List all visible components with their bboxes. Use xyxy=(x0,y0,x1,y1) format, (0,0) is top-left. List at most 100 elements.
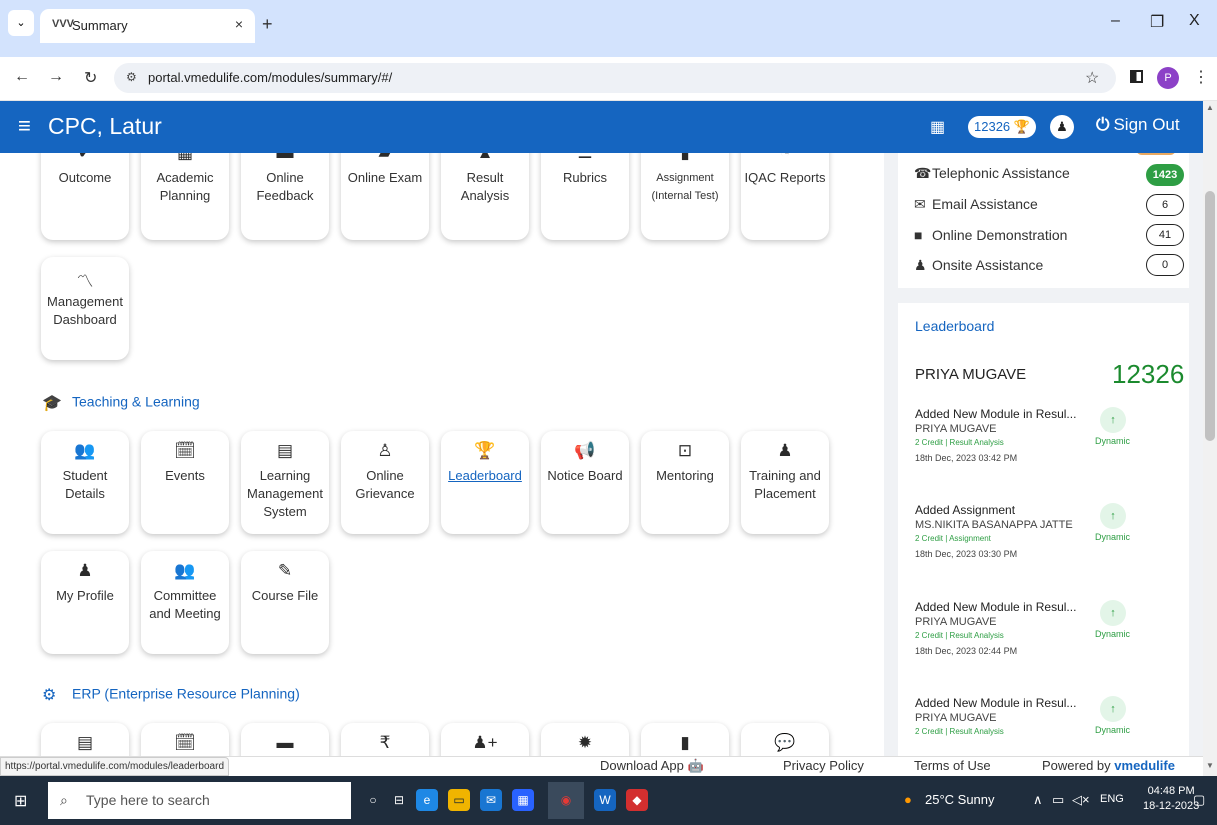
module-label: Rubrics xyxy=(562,170,608,185)
assist-online-demo[interactable]: ■ Online Demonstration xyxy=(914,227,1067,243)
browser-menu-icon[interactable]: ⋮ xyxy=(1193,67,1209,87)
points-badge[interactable]: 12326 🏆 xyxy=(968,116,1036,138)
word-icon[interactable]: W xyxy=(594,789,616,811)
assist-onsite[interactable]: ♟ Onsite Assistance xyxy=(914,257,1043,274)
tab-search-icon[interactable]: ⌄ xyxy=(8,10,34,36)
site-info-icon[interactable]: ⚙ xyxy=(126,70,137,84)
notification-icon[interactable]: ▢ xyxy=(1193,792,1205,808)
leaderboard-entry[interactable]: Added Assignment MS.NIKITA BASANAPPA JAT… xyxy=(915,503,1175,561)
module-card-online-feedback[interactable]: ▬ Online Feedback xyxy=(241,153,329,240)
user-tie-icon: ♟ xyxy=(777,441,793,460)
entry-name: PRIYA MUGAVE xyxy=(915,616,997,628)
sign-out-button[interactable]: ⏻ Sign Out xyxy=(1096,115,1180,135)
assistance-top-badge xyxy=(1136,153,1176,155)
module-card-outcome[interactable]: ✔ Outcome xyxy=(41,153,129,240)
url-text[interactable]: portal.vmedulife.com/modules/summary/#/ xyxy=(148,70,392,85)
terms-link[interactable]: Terms of Use xyxy=(914,758,991,773)
module-card-lms[interactable]: ▤ Learning Management System xyxy=(241,431,329,534)
module-card-erp-4[interactable]: ₹ xyxy=(341,723,429,756)
close-window-button[interactable]: X xyxy=(1189,12,1200,30)
user-avatar[interactable]: ♟ xyxy=(1050,115,1074,139)
download-app-link[interactable]: Download App 🤖 xyxy=(600,758,704,774)
edge-browser-icon[interactable]: e xyxy=(416,789,438,811)
privacy-policy-link[interactable]: Privacy Policy xyxy=(783,758,864,773)
module-card-management-dashboard[interactable]: 〽 Management Dashboard xyxy=(41,257,129,360)
scroll-up-arrow-icon[interactable]: ▲ xyxy=(1206,103,1214,112)
weather-icon[interactable]: ● xyxy=(904,792,912,807)
module-card-erp-1[interactable]: ▤ xyxy=(41,723,129,756)
module-label[interactable]: Leaderboard xyxy=(441,467,529,485)
leaderboard-entry[interactable]: Added New Module in Resul... PRIYA MUGAV… xyxy=(915,696,1175,738)
forward-arrow-icon[interactable]: → xyxy=(48,68,64,86)
module-card-erp-7[interactable]: ▮ xyxy=(641,723,729,756)
profile-avatar[interactable]: P xyxy=(1157,67,1179,89)
module-card-course-file[interactable]: ✎ Course File xyxy=(241,551,329,654)
module-card-iqac-reports[interactable]: ◔ IQAC Reports xyxy=(741,153,829,240)
module-card-student-details[interactable]: 👥 Student Details xyxy=(41,431,129,534)
minimize-button[interactable]: – xyxy=(1111,12,1120,30)
task-view-icon[interactable]: ⊟ xyxy=(388,789,410,811)
tray-chevron-icon[interactable]: ∧ xyxy=(1033,792,1043,808)
assistance-panel: ☎Telephonic Assistance 1423 ✉ Email Assis… xyxy=(898,153,1189,288)
arrow-up-icon: ↑ xyxy=(1100,600,1126,626)
module-card-erp-3[interactable]: ▬ xyxy=(241,723,329,756)
leaderboard-title[interactable]: Leaderboard xyxy=(915,318,994,334)
back-arrow-icon[interactable]: ← xyxy=(14,68,30,86)
address-bar[interactable]: ⚙ portal.vmedulife.com/modules/summary/#… xyxy=(114,63,1116,93)
module-card-academic-planning[interactable]: ▦ Academic Planning xyxy=(141,153,229,240)
system-clock[interactable]: 04:48 PM 18-12-2023 xyxy=(1143,784,1199,814)
windows-start-icon[interactable]: ⊞ xyxy=(14,791,27,811)
assist-email[interactable]: ✉ Email Assistance xyxy=(914,196,1038,213)
apps-grid-icon[interactable]: ▦ xyxy=(930,117,945,137)
list-icon: ☰ xyxy=(541,153,629,163)
scroll-down-arrow-icon[interactable]: ▼ xyxy=(1206,761,1214,770)
page-scrollbar[interactable]: ▲ ▼ xyxy=(1203,101,1217,776)
section-teaching-learning: 🎓 Teaching & Learning xyxy=(42,393,200,413)
side-panel-icon[interactable] xyxy=(1130,70,1143,83)
module-card-online-grievance[interactable]: ♙ Online Grievance xyxy=(341,431,429,534)
arrow-up-icon: ↑ xyxy=(1100,407,1126,433)
check-icon: ✔ xyxy=(41,153,129,163)
new-tab-button[interactable]: + xyxy=(262,14,273,35)
download-app-label: Download App xyxy=(600,758,684,773)
anydesk-icon[interactable]: ◆ xyxy=(626,789,648,811)
volume-icon[interactable]: ◁× xyxy=(1072,792,1090,808)
leaderboard-entry[interactable]: Added New Module in Resul... PRIYA MUGAV… xyxy=(915,407,1175,465)
module-card-events[interactable]: 🗓 Events xyxy=(141,431,229,534)
module-card-notice-board[interactable]: 📢 Notice Board xyxy=(541,431,629,534)
module-card-erp-6[interactable]: ✹ xyxy=(541,723,629,756)
module-card-result-analysis[interactable]: ▲ Result Analysis xyxy=(441,153,529,240)
module-card-online-exam[interactable]: ▰ Online Exam xyxy=(341,153,429,240)
weather-text[interactable]: 25°C Sunny xyxy=(925,792,995,807)
entry-name: PRIYA MUGAVE xyxy=(915,423,997,435)
chrome-icon[interactable]: ◉ xyxy=(548,782,584,819)
network-icon[interactable]: ▭ xyxy=(1052,792,1064,808)
module-card-rubrics[interactable]: ☰ Rubrics xyxy=(541,153,629,240)
language-indicator[interactable]: ENG xyxy=(1100,793,1124,805)
hamburger-menu-icon[interactable]: ≡ xyxy=(18,113,31,139)
module-card-erp-2[interactable]: 🗓 xyxy=(141,723,229,756)
reload-icon[interactable]: ↻ xyxy=(84,68,97,88)
module-card-my-profile[interactable]: ♟ My Profile xyxy=(41,551,129,654)
beach-widget-icon[interactable]: 🏝 xyxy=(290,786,313,808)
file-explorer-icon[interactable]: ▭ xyxy=(448,789,470,811)
maximize-button[interactable]: ❐ xyxy=(1150,12,1164,32)
mail-icon[interactable]: ✉ xyxy=(480,789,502,811)
module-card-erp-5[interactable]: ♟+ xyxy=(441,723,529,756)
module-card-mentoring[interactable]: ⊡ Mentoring xyxy=(641,431,729,534)
leaderboard-entry[interactable]: Added New Module in Resul... PRIYA MUGAV… xyxy=(915,600,1175,658)
store-icon[interactable]: ▦ xyxy=(512,789,534,811)
cortana-icon[interactable]: ○ xyxy=(362,789,384,811)
assist-telephonic[interactable]: ☎Telephonic Assistance xyxy=(914,165,1070,182)
module-card-training-placement[interactable]: ♟ Training and Placement xyxy=(741,431,829,534)
bookmark-star-icon[interactable]: ☆ xyxy=(1085,68,1099,88)
assist-label: Online Demonstration xyxy=(932,227,1068,243)
module-card-erp-8[interactable]: 💬 xyxy=(741,723,829,756)
module-card-assignment[interactable]: ▮ Assignment (Internal Test) xyxy=(641,153,729,240)
scrollbar-thumb[interactable] xyxy=(1205,191,1215,441)
module-card-leaderboard[interactable]: 🏆 Leaderboard xyxy=(441,431,529,534)
module-card-committee-meeting[interactable]: 👥 Committee and Meeting xyxy=(141,551,229,654)
tab-close-icon[interactable]: × xyxy=(235,16,243,32)
browser-tab-summary[interactable]: VVV Summary × xyxy=(40,9,255,43)
android-icon[interactable]: 🤖 xyxy=(687,758,703,773)
